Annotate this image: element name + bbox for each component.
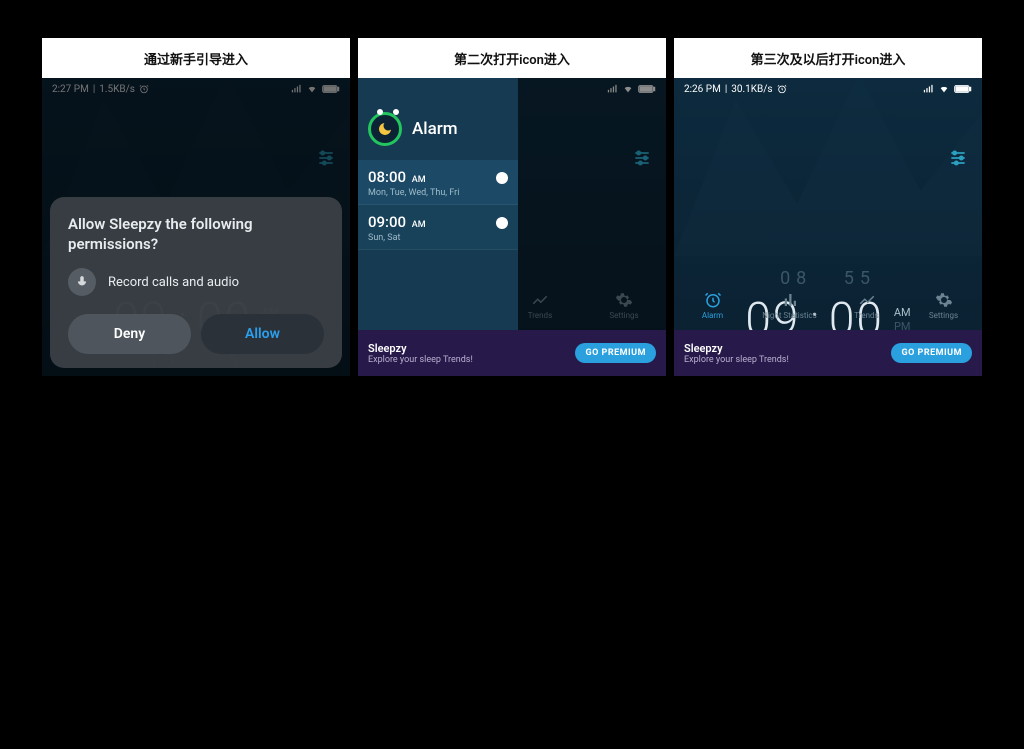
promo-banner[interactable]: Sleepzy Explore your sleep Trends! GO PR… bbox=[358, 330, 666, 376]
permission-dialog: Allow Sleepzy the following permissions?… bbox=[50, 197, 342, 368]
promo-sub: Explore your sleep Trends! bbox=[368, 355, 473, 365]
alarm-toggle-2[interactable] bbox=[496, 217, 508, 229]
phone-screen-3: 2:26 PM| 30.1KB/s bbox=[674, 78, 982, 376]
permission-title: Allow Sleepzy the following permissions? bbox=[68, 215, 324, 254]
caption-2: 第二次打开icon进入 bbox=[358, 38, 666, 78]
nav-trends[interactable]: Trends bbox=[828, 280, 905, 330]
allow-button[interactable]: Allow bbox=[201, 314, 324, 354]
mic-icon bbox=[68, 268, 96, 296]
go-premium-button[interactable]: GO PREMIUM bbox=[575, 343, 656, 363]
filter-icon[interactable] bbox=[632, 148, 652, 172]
deny-button[interactable]: Deny bbox=[68, 314, 191, 354]
go-premium-button[interactable]: GO PREMIUM bbox=[891, 343, 972, 363]
moon-icon bbox=[368, 112, 402, 146]
promo-title: Sleepzy bbox=[368, 342, 473, 355]
bottom-nav: Alarm Night Statistics Trends Settings bbox=[674, 280, 982, 330]
nav-alarm[interactable]: Alarm bbox=[674, 280, 751, 330]
permission-item-label: Record calls and audio bbox=[108, 275, 239, 290]
promo-banner[interactable]: Sleepzy Explore your sleep Trends! GO PR… bbox=[674, 330, 982, 376]
nav-night-stats[interactable]: Night Statistics bbox=[751, 280, 828, 330]
phone-screen-1: 2:27 PM | 1.5KB/s bbox=[42, 78, 350, 376]
nav-settings[interactable]: Settings bbox=[905, 280, 982, 330]
alarm-row-1[interactable]: 08:00 AM Mon, Tue, Wed, Thu, Fri bbox=[358, 160, 518, 205]
alarm-toggle-1[interactable] bbox=[496, 172, 508, 184]
promo-title: Sleepzy bbox=[684, 342, 789, 355]
drawer-title: Alarm bbox=[412, 119, 458, 139]
caption-3: 第三次及以后打开icon进入 bbox=[674, 38, 982, 78]
caption-1: 通过新手引导进入 bbox=[42, 38, 350, 78]
nav-settings[interactable]: Settings bbox=[582, 280, 666, 330]
promo-sub: Explore your sleep Trends! bbox=[684, 355, 789, 365]
alarm-row-2[interactable]: 09:00 AM Sun, Sat bbox=[358, 205, 518, 250]
phone-screen-2: 2:26 PM| 2.9KB/s bbox=[358, 78, 666, 376]
